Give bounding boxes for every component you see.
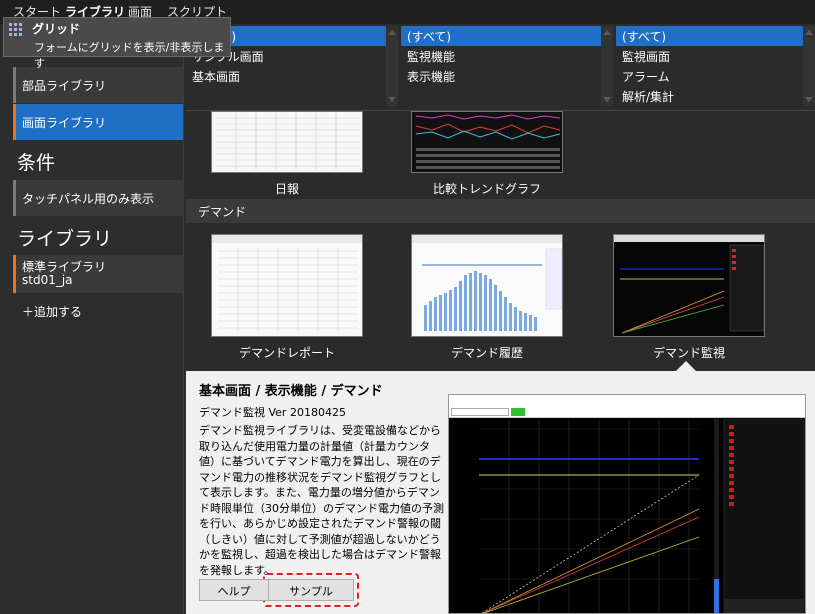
- scroll-up-icon[interactable]: [805, 30, 813, 35]
- library-heading: ライブラリ: [17, 228, 113, 250]
- thumb-demand-history[interactable]: [411, 234, 563, 337]
- thumb-demand-monitor[interactable]: [613, 234, 765, 337]
- section-title: デマンド: [198, 205, 247, 219]
- touch-panel-filter[interactable]: タッチパネル用のみ表示: [13, 180, 183, 216]
- list-item[interactable]: 監視機能: [401, 46, 613, 66]
- thumb-demand-report[interactable]: [211, 234, 363, 337]
- filter-list-purpose[interactable]: (すべて) 監視画面 アラーム 解析/集計: [616, 26, 815, 106]
- library-id: std01_ja: [22, 273, 73, 287]
- detail-pointer: [676, 361, 696, 371]
- list-item[interactable]: 表示機能: [401, 66, 613, 86]
- help-button[interactable]: ヘルプ: [199, 579, 269, 601]
- scroll-up-icon[interactable]: [388, 30, 396, 35]
- preview-image: [448, 394, 806, 614]
- detail-description: デマンド監視ライブラリは、受変電設備などから取り込んだ使用電力量の計量値（計量カ…: [199, 424, 444, 577]
- thumb-trend-graph[interactable]: [411, 111, 563, 173]
- detail-title: 基本画面 / 表示機能 / デマンド: [199, 384, 383, 399]
- scroll-up-icon[interactable]: [603, 30, 611, 35]
- scrollbar[interactable]: [803, 26, 815, 106]
- grid-tooltip: グリッド フォームにグリッドを表示/非表示します: [3, 17, 231, 70]
- scroll-down-icon[interactable]: [805, 97, 813, 102]
- thumb-label: 比較トレンドグラフ: [432, 182, 541, 196]
- demand-thumb-row: デマンドレポート デマンド履歴 デマンド監視: [186, 223, 815, 373]
- library-entry[interactable]: 標準ライブラリ std01_ja: [13, 255, 183, 293]
- scrollbar[interactable]: [386, 26, 398, 106]
- detail-panel: 基本画面 / 表示機能 / デマンド デマンド監視 Ver 20180425 デ…: [186, 371, 815, 614]
- scroll-down-icon[interactable]: [603, 97, 611, 102]
- preview-dropdown: [451, 408, 509, 416]
- detail-version: デマンド監視 Ver 20180425: [199, 406, 346, 419]
- preview-chart: [449, 419, 805, 613]
- thumb-label: デマンド監視: [652, 346, 725, 360]
- sidebar-item-parts-library[interactable]: 部品ライブラリ: [13, 67, 183, 103]
- sidebar-item-label: 画面ライブラリ: [22, 116, 107, 130]
- thumb-daily-report[interactable]: [211, 111, 363, 173]
- thumb-label: デマンドレポート: [238, 346, 335, 360]
- condition-heading: 条件: [17, 152, 56, 174]
- list-item[interactable]: (すべて): [401, 26, 613, 46]
- thumbnail-table-image: [212, 235, 362, 336]
- thumbnail-table-image: [212, 112, 362, 172]
- list-item[interactable]: 解析/集計: [616, 86, 815, 106]
- preview-titlebar: [449, 395, 805, 406]
- thumbnail-line-chart-image: [614, 235, 764, 336]
- thumbnail-bar-chart-image: [412, 235, 562, 336]
- scroll-down-icon[interactable]: [388, 97, 396, 102]
- sidebar: 種 部品ライブラリ 画面ライブラリ 条件 タッチパネル用のみ表示 ライブラリ 標…: [0, 24, 184, 614]
- sidebar-item-label: 部品ライブラリ: [22, 79, 107, 93]
- list-item[interactable]: (すべて): [616, 26, 815, 46]
- condition-item-label: タッチパネル用のみ表示: [22, 192, 155, 206]
- preview-run-indicator: [511, 408, 525, 416]
- scrollbar[interactable]: [601, 26, 613, 106]
- thumb-label: 日報: [274, 182, 299, 196]
- tooltip-title: グリッド: [32, 22, 81, 36]
- list-item[interactable]: アラーム: [616, 66, 815, 86]
- thumb-label: デマンド履歴: [450, 346, 523, 360]
- preview-toolbar: [449, 406, 805, 418]
- list-item[interactable]: 監視画面: [616, 46, 815, 66]
- add-library-button[interactable]: ＋追加する: [22, 303, 82, 320]
- tooltip-description: フォームにグリッドを表示/非表示します: [34, 41, 225, 70]
- grid-icon: [9, 23, 22, 36]
- thumbnail-graph-image: [412, 112, 562, 172]
- sidebar-item-screen-library[interactable]: 画面ライブラリ: [13, 104, 183, 140]
- filter-list-function[interactable]: (すべて) 監視機能 表示機能: [401, 26, 613, 106]
- section-header-demand[interactable]: デマンド: [186, 199, 815, 223]
- sample-button[interactable]: サンプル: [268, 579, 354, 601]
